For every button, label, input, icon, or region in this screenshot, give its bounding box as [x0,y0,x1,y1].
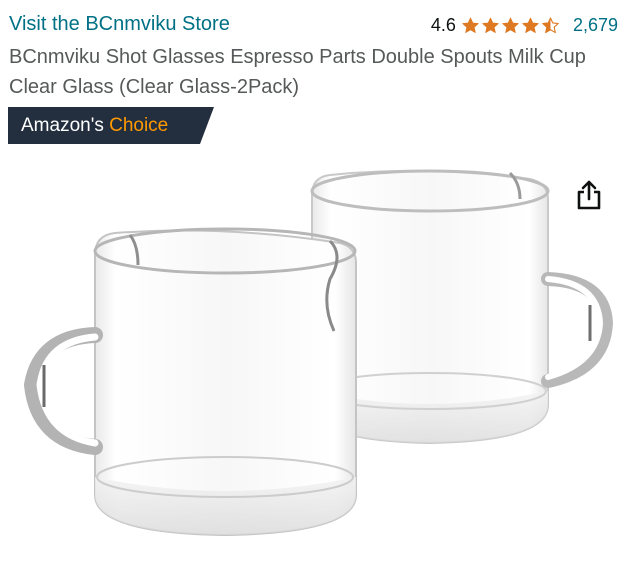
store-link[interactable]: Visit the BCnmviku Store [9,11,230,37]
share-button[interactable] [568,174,610,216]
product-title: BCnmviku Shot Glasses Espresso Parts Dou… [9,46,586,98]
amazons-choice-badge[interactable]: Amazon's Choice [8,107,214,144]
review-count-link[interactable]: 2,679 [573,15,618,36]
star-rating[interactable] [461,16,561,35]
product-image[interactable] [0,155,640,587]
rating-summary[interactable]: 4.6 2,679 [431,14,618,36]
badge-accent: Choice [109,115,169,136]
star-full-icon [522,17,539,33]
badge-prefix: Amazon's [21,115,104,136]
star-full-icon [482,17,499,33]
star-full-icon [462,17,479,33]
share-icon [577,180,601,210]
glass-front [23,227,357,537]
rating-value: 4.6 [430,14,456,35]
badge-label: Amazon's Choice [21,107,168,144]
star-half-icon [542,16,559,33]
star-full-icon [502,17,519,33]
